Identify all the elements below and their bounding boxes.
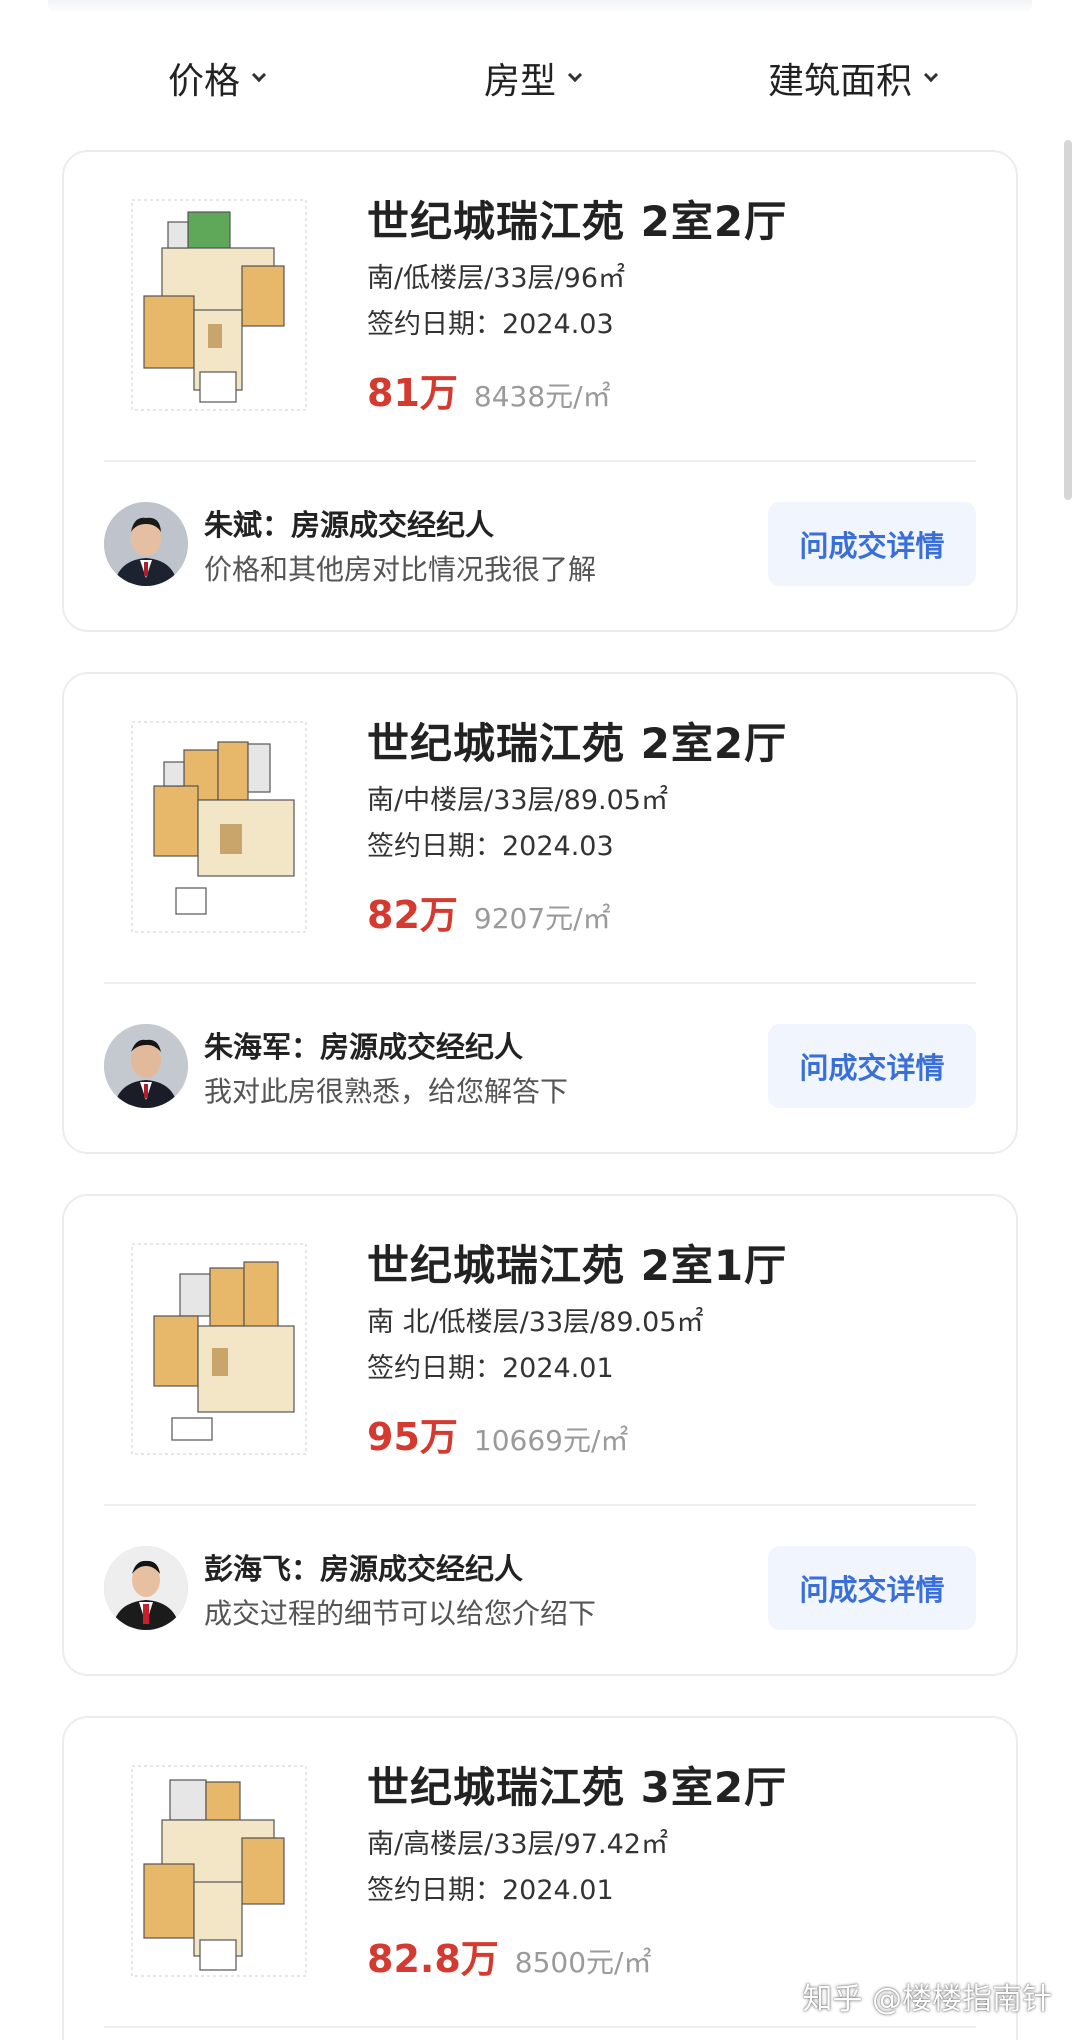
filter-bar: 价格 房型 建筑面积 bbox=[0, 52, 1080, 122]
listing-meta: 南/中楼层/33层/89.05㎡ bbox=[367, 785, 668, 816]
divider bbox=[104, 460, 976, 462]
agent-avatar[interactable] bbox=[104, 1024, 188, 1108]
agent-name: 彭海飞：房源成交经纪人 bbox=[204, 1552, 524, 1586]
chevron-down-icon bbox=[567, 67, 583, 83]
chevron-down-icon bbox=[923, 67, 939, 83]
agent-name: 朱海军：房源成交经纪人 bbox=[204, 1030, 524, 1064]
top-edge bbox=[48, 0, 1032, 14]
unit-price: 8438元/㎡ bbox=[473, 380, 611, 413]
price-row: 81万 8438元/㎡ bbox=[367, 362, 611, 417]
listing-date: 签约日期：2024.03 bbox=[367, 309, 614, 340]
divider bbox=[104, 2026, 976, 2028]
agent-description: 价格和其他房对比情况我很了解 bbox=[204, 553, 597, 586]
listing-date: 签约日期：2024.01 bbox=[367, 1353, 614, 1384]
unit-price: 9207元/㎡ bbox=[473, 902, 611, 935]
price-row: 82万 9207元/㎡ bbox=[367, 884, 611, 939]
agent-avatar[interactable] bbox=[104, 1546, 188, 1630]
divider bbox=[104, 1504, 976, 1506]
agent-description: 我对此房很熟悉，给您解答下 bbox=[204, 1075, 569, 1108]
listing-card[interactable]: 世纪城瑞江苑 2室1厅 南 北/低楼层/33层/89.05㎡ 签约日期：2024… bbox=[62, 1194, 1018, 1676]
watermark: 知乎 @楼楼指南针 bbox=[802, 1982, 1052, 2017]
ask-deal-details-button[interactable]: 问成交详情 bbox=[768, 1546, 976, 1630]
listing-date: 签约日期：2024.03 bbox=[367, 831, 614, 862]
floor-plan-image bbox=[131, 1243, 307, 1455]
total-price: 82万 bbox=[367, 893, 458, 937]
floor-plan-image bbox=[131, 199, 307, 411]
listing-meta: 南/高楼层/33层/97.42㎡ bbox=[367, 1829, 668, 1860]
total-price: 81万 bbox=[367, 371, 458, 415]
chevron-down-icon bbox=[251, 67, 267, 83]
ask-deal-details-button[interactable]: 问成交详情 bbox=[768, 1024, 976, 1108]
agent-avatar[interactable] bbox=[104, 502, 188, 586]
unit-price: 10669元/㎡ bbox=[473, 1424, 629, 1457]
listing-title: 世纪城瑞江苑 2室2厅 bbox=[367, 197, 788, 246]
listing-card[interactable]: 世纪城瑞江苑 2室2厅 南/低楼层/33层/96㎡ 签约日期：2024.03 8… bbox=[62, 150, 1018, 632]
listing-title: 世纪城瑞江苑 3室2厅 bbox=[367, 1763, 788, 1812]
agent-description: 成交过程的细节可以给您介绍下 bbox=[204, 1597, 597, 1630]
agent-name: 朱斌：房源成交经纪人 bbox=[204, 508, 495, 542]
total-price: 82.8万 bbox=[367, 1937, 499, 1981]
divider bbox=[104, 982, 976, 984]
floor-plan-image bbox=[131, 1765, 307, 1977]
filter-price-label: 价格 bbox=[168, 61, 241, 102]
ask-deal-details-button[interactable]: 问成交详情 bbox=[768, 502, 976, 586]
filter-price[interactable]: 价格 bbox=[168, 52, 267, 104]
filter-layout-label: 房型 bbox=[484, 61, 557, 102]
filter-area-label: 建筑面积 bbox=[768, 61, 913, 102]
listing-meta: 南/低楼层/33层/96㎡ bbox=[367, 263, 626, 294]
unit-price: 8500元/㎡ bbox=[514, 1946, 652, 1979]
price-row: 95万 10669元/㎡ bbox=[367, 1406, 628, 1461]
filter-area[interactable]: 建筑面积 bbox=[768, 52, 939, 104]
total-price: 95万 bbox=[367, 1415, 458, 1459]
listing-date: 签约日期：2024.01 bbox=[367, 1875, 614, 1906]
filter-layout[interactable]: 房型 bbox=[484, 52, 583, 104]
listing-card[interactable]: 世纪城瑞江苑 2室2厅 南/中楼层/33层/89.05㎡ 签约日期：2024.0… bbox=[62, 672, 1018, 1154]
listing-title: 世纪城瑞江苑 2室2厅 bbox=[367, 719, 788, 768]
listing-title: 世纪城瑞江苑 2室1厅 bbox=[367, 1241, 788, 1290]
floor-plan-image bbox=[131, 721, 307, 933]
scrollbar[interactable] bbox=[1064, 140, 1072, 500]
listing-meta: 南 北/低楼层/33层/89.05㎡ bbox=[367, 1307, 704, 1338]
price-row: 82.8万 8500元/㎡ bbox=[367, 1928, 651, 1983]
